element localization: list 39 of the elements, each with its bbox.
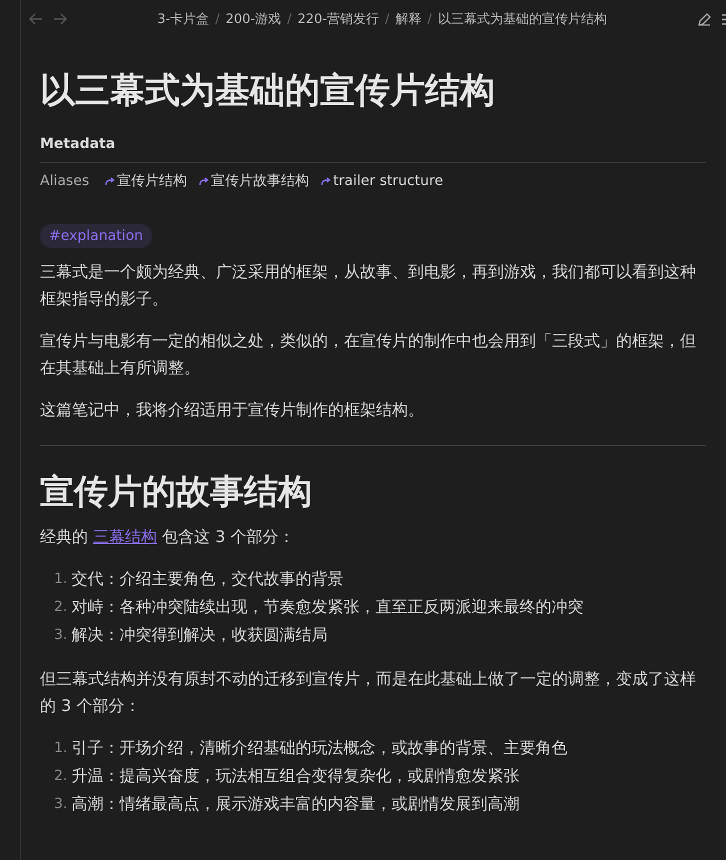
tag-pill[interactable]: #explanation <box>40 224 152 248</box>
breadcrumb-separator: / <box>427 12 432 26</box>
paragraph: 宣传片与电影有一定的相似之处，类似的，在宣传片的制作中也会用到「三段式」的框架，但在其基础上有所调整。 <box>40 330 697 379</box>
list-number: 2. <box>54 598 68 617</box>
alias-link[interactable]: 宣传片故事结构 <box>199 172 310 190</box>
link-arrow-icon <box>199 176 210 186</box>
metadata-heading: Metadata <box>40 136 706 163</box>
page-title: 以三幕式为基础的宣传片结构 <box>40 70 496 112</box>
breadcrumb-item[interactable]: 3-卡片盒 <box>157 10 210 28</box>
paragraph: 但三幕式结构并没有原封不动的迁移到宣传片，而是在此基础上做了一定的调整，变成了这样的 3 个部分： <box>40 668 697 717</box>
internal-link[interactable]: 三幕结构 <box>93 526 158 546</box>
list-item-text: 解决：冲突得到解决，收获圆满结局 <box>71 624 328 646</box>
list-item-text: 交代：介绍主要角色，交代故事的背景 <box>71 568 344 590</box>
list-number: 3. <box>54 626 68 645</box>
paragraph: 这篇笔记中，我将介绍适用于宣传片制作的框架结构。 <box>40 399 425 421</box>
list-number: 1. <box>54 738 68 758</box>
paragraph: 三幕式是一个颇为经典、广泛采用的框架，从故事、到电影，再到游戏，我们都可以看到这种框架指导的影子。 <box>40 261 697 310</box>
breadcrumb-item[interactable]: 以三幕式为基础的宣传片结构 <box>438 10 607 28</box>
list-item-text: 升温：提高兴奋度，玩法相互组合变得复杂化，或剧情愈发紧张 <box>71 764 520 787</box>
section-heading: 宣传片的故事结构 <box>40 472 313 513</box>
paragraph: 经典的 三幕结构 包含这 3 个部分： <box>40 526 296 548</box>
link-arrow-icon <box>321 176 332 186</box>
breadcrumb-separator: / <box>215 12 220 26</box>
aliases-label: Aliases <box>40 173 90 189</box>
breadcrumb-item[interactable]: 200-游戏 <box>226 10 282 28</box>
list-number: 2. <box>54 766 68 786</box>
link-arrow-icon <box>105 176 116 186</box>
list-item-text: 对峙：各种冲突陆续出现，节奏愈发紧张，直至正反两派迎来最终的冲突 <box>71 596 584 618</box>
list-item-text: 引子：开场介绍，清晰介绍基础的玩法概念，或故事的背景、主要角色 <box>71 736 568 759</box>
list-item-text: 高潮：情绪最高点，展示游戏丰富的内容量，或剧情发展到高潮 <box>71 792 520 815</box>
alias-link[interactable]: 宣传片结构 <box>105 172 188 190</box>
breadcrumb-separator: / <box>385 12 390 26</box>
breadcrumb-item[interactable]: 解释 <box>395 10 422 28</box>
breadcrumb-separator: / <box>287 12 292 26</box>
pencil-icon[interactable] <box>697 12 712 26</box>
list-number: 3. <box>54 794 68 814</box>
alias-link[interactable]: trailer structure <box>321 173 444 189</box>
breadcrumb-item[interactable]: 220-营销发行 <box>297 10 379 28</box>
list-number: 1. <box>54 570 68 589</box>
